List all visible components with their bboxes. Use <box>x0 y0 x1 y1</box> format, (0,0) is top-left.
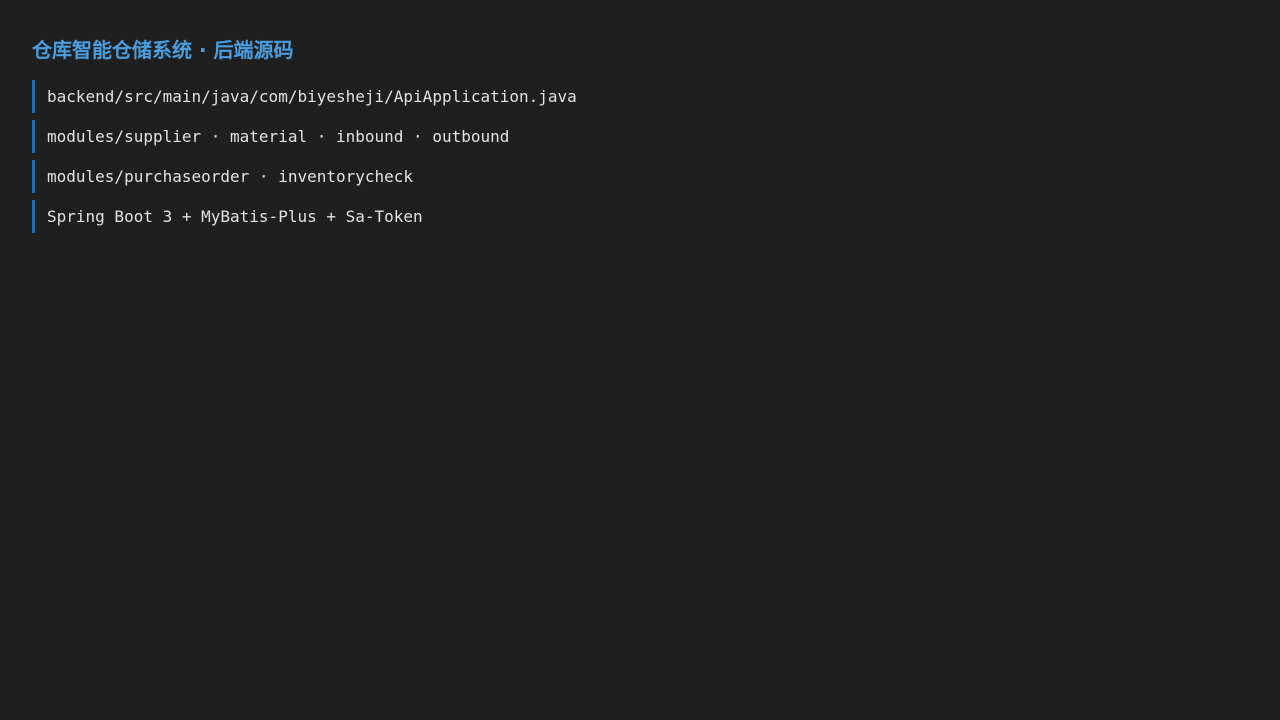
tech-stack-text: Spring Boot 3 + MyBatis-Plus + Sa-Token <box>47 207 423 226</box>
list-item: modules/purchaseorder · inventorycheck <box>32 160 1248 193</box>
list-item: Spring Boot 3 + MyBatis-Plus + Sa-Token <box>32 200 1248 233</box>
list-item: backend/src/main/java/com/biyesheji/ApiA… <box>32 80 1248 113</box>
source-path-text: backend/src/main/java/com/biyesheji/ApiA… <box>47 87 577 106</box>
page-container: 仓库智能仓储系统 · 后端源码 backend/src/main/java/co… <box>0 0 1280 720</box>
page-title: 仓库智能仓储系统 · 后端源码 <box>32 38 294 62</box>
source-info-list: backend/src/main/java/com/biyesheji/ApiA… <box>32 80 1248 233</box>
list-item: modules/supplier · material · inbound · … <box>32 120 1248 153</box>
modules-text: modules/purchaseorder · inventorycheck <box>47 167 414 186</box>
modules-text: modules/supplier · material · inbound · … <box>47 127 510 146</box>
